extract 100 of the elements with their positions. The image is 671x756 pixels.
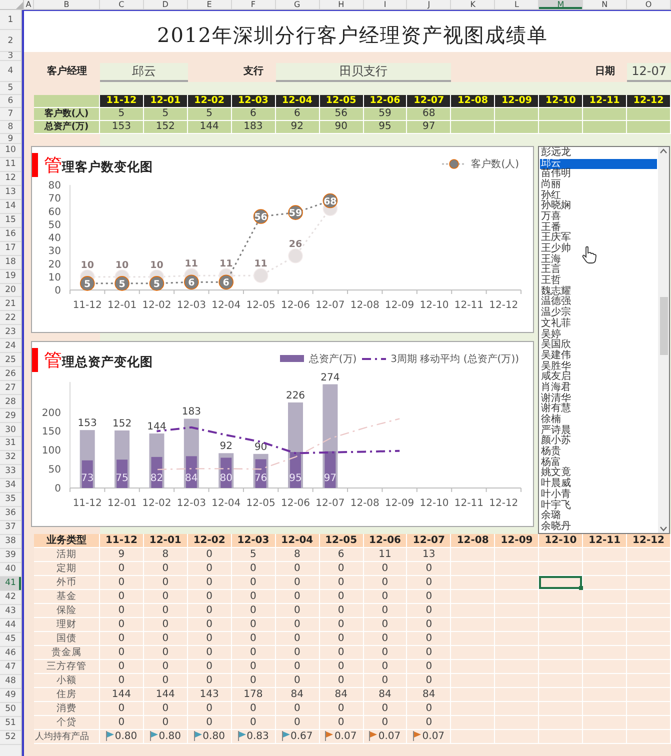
row-number[interactable]: 36 (0, 506, 21, 521)
manager-field[interactable]: 邱云 (100, 62, 188, 82)
list-item[interactable]: 吴国欣 (540, 340, 657, 351)
row-number[interactable]: 4 (0, 61, 21, 82)
row-number[interactable]: 41 (0, 576, 21, 591)
scroll-down-icon[interactable] (660, 524, 667, 533)
data-label: 92 (220, 441, 232, 452)
list-item[interactable]: 咸友启 (540, 372, 657, 383)
row-number[interactable]: 48 (0, 674, 21, 689)
row-number[interactable]: 25 (0, 353, 21, 368)
row-number[interactable]: 44 (0, 618, 21, 633)
row-number[interactable]: 17 (0, 242, 21, 256)
column-header[interactable]: G (276, 0, 320, 9)
row-number[interactable]: 13 (0, 186, 21, 200)
column-header[interactable]: E (188, 0, 232, 9)
row-number[interactable]: 6 (0, 95, 21, 108)
list-item[interactable]: 万喜 (540, 212, 657, 223)
row-number[interactable]: 30 (0, 423, 21, 438)
column-header[interactable]: C (100, 0, 144, 9)
row-number[interactable]: 45 (0, 632, 21, 647)
row-number[interactable]: 19 (0, 270, 21, 284)
row-number[interactable]: 3 (0, 52, 21, 61)
row-number[interactable]: 31 (0, 437, 21, 451)
row-number[interactable]: 26 (0, 367, 21, 382)
row-number[interactable]: 51 (0, 716, 21, 731)
list-item[interactable]: 杨贵 (540, 447, 657, 458)
list-item[interactable]: 吴建伟 (540, 350, 657, 362)
row-number[interactable]: 34 (0, 478, 21, 493)
list-item[interactable]: 彭远龙 (540, 148, 657, 159)
scrollbar-thumb[interactable] (660, 296, 668, 355)
row-number[interactable]: 46 (0, 646, 21, 661)
row-number[interactable]: 23 (0, 325, 21, 340)
row-number[interactable]: 1 (0, 10, 21, 30)
column-header[interactable]: F (232, 0, 276, 9)
column-header[interactable]: N (583, 0, 628, 9)
column-header[interactable]: I (364, 0, 408, 9)
date-field[interactable]: 12-07 (627, 62, 671, 82)
list-item[interactable]: 余璐 (540, 511, 657, 522)
column-header[interactable]: H (320, 0, 364, 9)
list-item[interactable]: 徐楠 (540, 415, 657, 426)
row-number[interactable]: 27 (0, 381, 21, 396)
row-number[interactable]: 14 (0, 200, 21, 214)
row-number[interactable]: 20 (0, 284, 21, 298)
list-item[interactable]: 温少宗 (540, 308, 657, 319)
row-number[interactable]: 42 (0, 590, 21, 605)
list-item[interactable]: 余晓丹 (540, 522, 657, 533)
row-number[interactable]: 5 (0, 82, 21, 95)
column-header[interactable]: B (34, 0, 100, 9)
list-item[interactable]: 叶宇飞 (540, 500, 657, 512)
row-number[interactable]: 21 (0, 297, 21, 312)
list-item[interactable]: 吴婷 (540, 330, 657, 340)
row-number[interactable]: 11 (0, 158, 21, 172)
labeled-data-point: 6 (184, 274, 199, 290)
row-number[interactable]: 37 (0, 520, 21, 535)
column-header[interactable]: M (539, 0, 584, 9)
row-number[interactable]: 9 (0, 134, 21, 144)
row-number[interactable]: 49 (0, 688, 21, 703)
row-number[interactable]: 32 (0, 450, 21, 465)
row-number[interactable]: 22 (0, 311, 21, 326)
row-number[interactable]: 38 (0, 534, 21, 549)
column-header[interactable]: J (407, 0, 452, 9)
column-header[interactable]: D (144, 0, 188, 9)
column-header[interactable]: K (451, 0, 496, 9)
list-item[interactable]: 肖海君 (540, 382, 657, 394)
row-number[interactable]: 28 (0, 395, 21, 410)
table-cell: 90 (320, 120, 364, 134)
list-item[interactable]: 孙晓娴 (540, 201, 657, 212)
row-number[interactable]: 50 (0, 702, 21, 717)
list-item[interactable]: 尚丽 (540, 180, 657, 191)
column-header[interactable]: A (24, 0, 34, 9)
list-item[interactable]: 王少帅 (540, 244, 657, 255)
row-number[interactable]: 12 (0, 172, 21, 186)
row-number[interactable]: 43 (0, 604, 21, 619)
list-item[interactable]: 苗伟明 (540, 169, 657, 180)
row-number[interactable]: 39 (0, 548, 21, 563)
row-number[interactable]: 33 (0, 464, 21, 479)
list-item[interactable]: 叶小青 (540, 490, 657, 501)
list-item[interactable]: 叶晨威 (540, 479, 657, 490)
row-number[interactable]: 2 (0, 30, 21, 52)
list-item[interactable]: 魏志耀 (540, 286, 657, 298)
row-number[interactable]: 16 (0, 228, 21, 242)
row-number[interactable]: 18 (0, 256, 21, 270)
branch-field[interactable]: 田贝支行 (276, 62, 452, 82)
legend-key-icon (280, 354, 304, 364)
row-number[interactable]: 52 (0, 730, 21, 745)
list-item[interactable]: 王哲 (540, 276, 657, 287)
selected-cell[interactable] (539, 576, 584, 590)
row-number[interactable]: 35 (0, 492, 21, 507)
row-number[interactable]: 29 (0, 409, 21, 424)
list-item[interactable]: 文礼菲 (540, 318, 657, 330)
row-number[interactable]: 15 (0, 214, 21, 228)
row-number[interactable]: 10 (0, 144, 21, 158)
scroll-up-icon[interactable] (660, 146, 667, 155)
table-cell: 0 (320, 604, 364, 618)
row-number[interactable]: 24 (0, 339, 21, 354)
column-header[interactable]: O (627, 0, 671, 9)
row-number[interactable]: 47 (0, 660, 21, 675)
row-number[interactable]: 8 (0, 121, 21, 134)
table-cell: 0 (320, 646, 364, 660)
row-number[interactable]: 7 (0, 108, 21, 121)
